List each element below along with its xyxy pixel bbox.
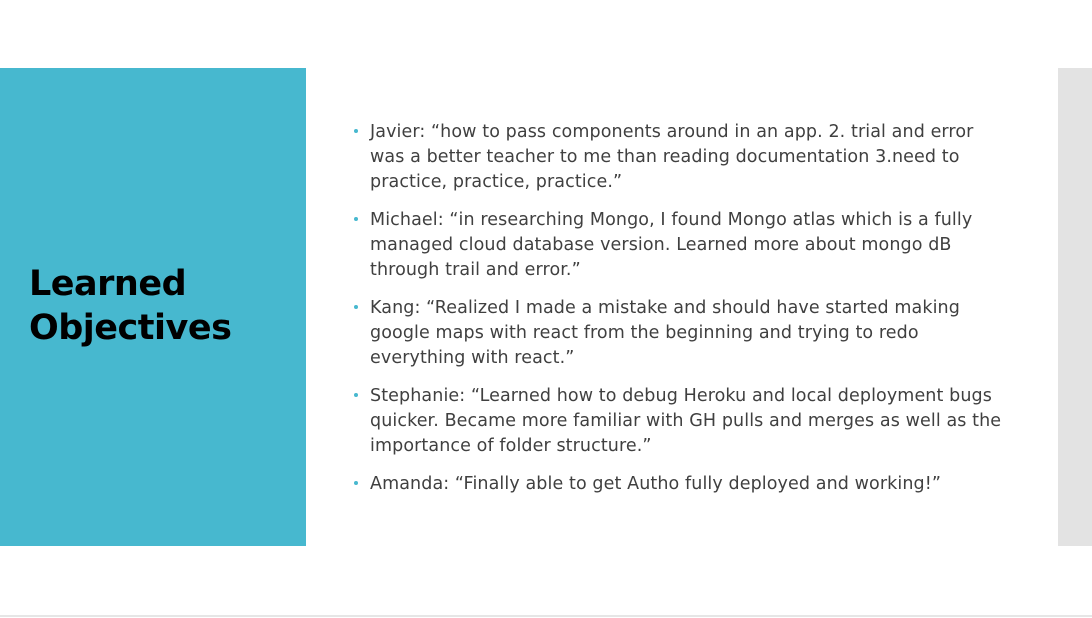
bullet-text: Amanda: “Finally able to get Autho fully…	[370, 474, 942, 494]
bottom-divider	[0, 615, 1092, 617]
bullet-item-amanda: Amanda: “Finally able to get Autho fully…	[352, 472, 1002, 497]
bullet-text: Javier: “how to pass components around i…	[370, 122, 974, 192]
slide: Learned Objectives Javier: “how to pass …	[0, 0, 1092, 618]
slide-content: Javier: “how to pass components around i…	[352, 120, 1002, 510]
bullet-list: Javier: “how to pass components around i…	[352, 120, 1002, 497]
bullet-item-michael: Michael: “in researching Mongo, I found …	[352, 208, 1002, 283]
bullet-dot-icon	[354, 305, 358, 309]
bullet-item-javier: Javier: “how to pass components around i…	[352, 120, 1002, 195]
bullet-dot-icon	[354, 129, 358, 133]
bullet-item-kang: Kang: “Realized I made a mistake and sho…	[352, 296, 1002, 371]
bullet-text: Kang: “Realized I made a mistake and sho…	[370, 298, 960, 368]
slide-title: Learned Objectives	[29, 262, 299, 350]
bullet-dot-icon	[354, 393, 358, 397]
bullet-dot-icon	[354, 217, 358, 221]
bullet-item-stephanie: Stephanie: “Learned how to debug Heroku …	[352, 384, 1002, 459]
right-side-bar	[1058, 68, 1092, 546]
bullet-text: Stephanie: “Learned how to debug Heroku …	[370, 386, 1002, 456]
slide-title-line-1: Learned	[29, 264, 187, 304]
slide-title-line-2: Objectives	[29, 308, 232, 348]
bullet-text: Michael: “in researching Mongo, I found …	[370, 210, 973, 280]
bullet-dot-icon	[354, 481, 358, 485]
